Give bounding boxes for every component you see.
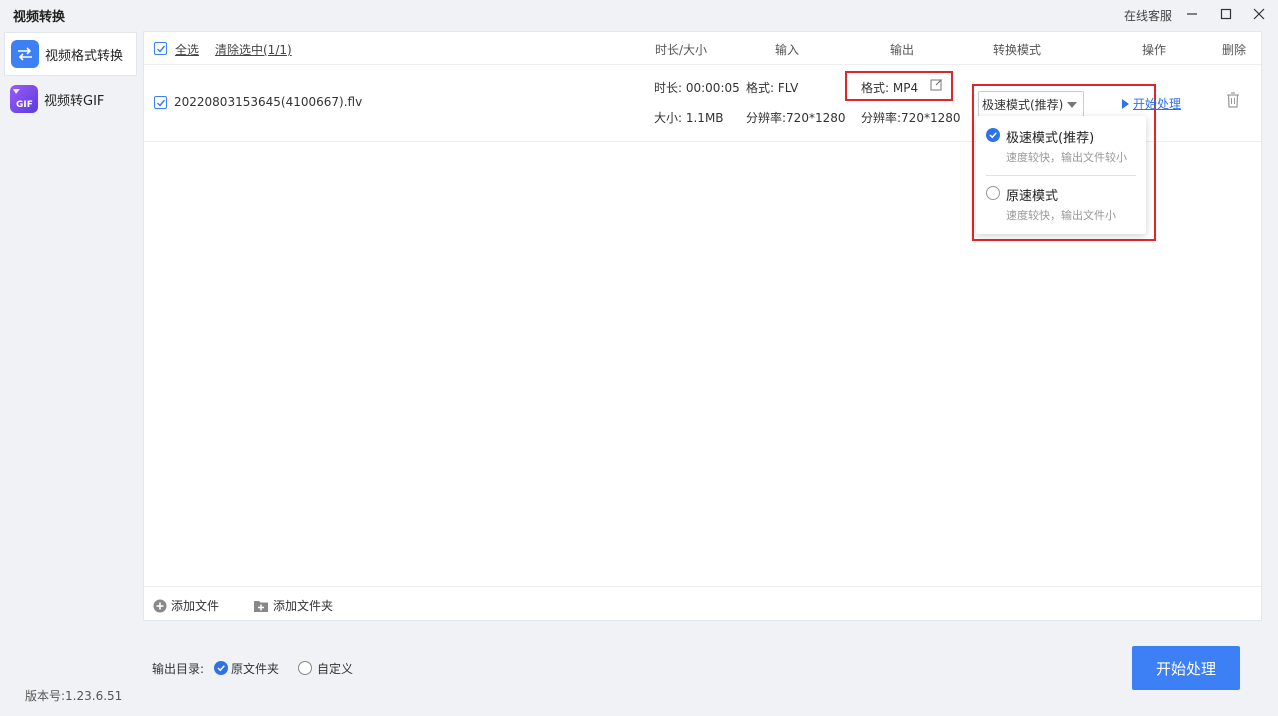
col-header-action: 操作 xyxy=(1142,43,1167,57)
sidebar-item-video-to-gif[interactable]: GIF 视频转GIF xyxy=(4,77,137,121)
add-folder-label: 添加文件夹 xyxy=(273,599,334,613)
file-duration: 时长: 00:00:05 xyxy=(654,81,740,95)
radio-unchecked-icon[interactable] xyxy=(986,186,1000,200)
mode-dropdown: 极速模式(推荐) 速度较快，输出文件较小 原速模式 速度较快，输出文件小 xyxy=(976,116,1146,234)
sidebar-item-video-format-convert[interactable]: 视频格式转换 xyxy=(4,32,137,76)
radio-custom[interactable] xyxy=(298,661,312,675)
col-header-delete: 删除 xyxy=(1222,43,1247,57)
radio-original-folder[interactable] xyxy=(214,661,228,675)
version-text: 版本号:1.23.6.51 xyxy=(25,689,123,703)
minimize-icon[interactable] xyxy=(1182,4,1202,24)
output-dir-label: 输出目录: xyxy=(152,662,205,676)
add-file-label: 添加文件 xyxy=(171,599,220,613)
add-folder-button[interactable]: 添加文件夹 xyxy=(253,597,333,614)
sidebar-item-label: 视频格式转换 xyxy=(45,48,124,64)
radio-custom-label: 自定义 xyxy=(317,662,354,676)
row-start-link[interactable]: 开始处理 xyxy=(1122,95,1181,112)
chevron-down-icon xyxy=(1067,102,1077,108)
radio-checked-icon[interactable] xyxy=(986,128,1000,142)
sidebar-item-label: 视频转GIF xyxy=(44,93,105,109)
app-title: 视频转换 xyxy=(13,10,66,25)
play-icon xyxy=(1122,98,1129,109)
dropdown-divider xyxy=(986,175,1136,176)
col-header-output: 输出 xyxy=(890,43,915,57)
start-process-button[interactable]: 开始处理 xyxy=(1132,646,1240,690)
close-icon[interactable] xyxy=(1249,4,1269,24)
select-all-link[interactable]: 全选 xyxy=(175,41,199,58)
row-start-label: 开始处理 xyxy=(1133,97,1182,111)
col-header-duration-size: 时长/大小 xyxy=(655,43,708,57)
plus-circle-icon xyxy=(153,599,167,612)
dropdown-option-title: 原速模式 xyxy=(1006,189,1059,204)
panel-footer: 添加文件 添加文件夹 xyxy=(144,586,1261,620)
input-resolution: 分辨率:720*1280 xyxy=(746,111,846,125)
maximize-icon[interactable] xyxy=(1216,4,1236,24)
dropdown-option-desc: 速度较快，输出文件较小 xyxy=(1006,151,1127,164)
list-header: 全选 清除选中(1/1) 时长/大小 输入 输出 转换模式 操作 删除 xyxy=(144,32,1261,65)
file-size: 大小: 1.1MB xyxy=(654,111,724,125)
file-checkbox[interactable] xyxy=(154,96,167,109)
edit-icon[interactable] xyxy=(930,78,943,94)
swap-arrows-icon xyxy=(11,40,39,68)
dropdown-option-desc: 速度较快，输出文件小 xyxy=(1006,209,1116,222)
trash-icon[interactable] xyxy=(1226,92,1240,111)
folder-plus-icon xyxy=(254,600,268,612)
svg-text:GIF: GIF xyxy=(16,100,33,110)
online-service-link[interactable]: 在线客服 xyxy=(1124,7,1172,24)
radio-original-folder-label: 原文件夹 xyxy=(231,662,280,676)
add-file-button[interactable]: 添加文件 xyxy=(153,597,219,614)
output-format: 格式: MP4 xyxy=(861,81,919,95)
col-header-mode: 转换模式 xyxy=(993,43,1042,57)
mode-select[interactable]: 极速模式(推荐) xyxy=(978,91,1084,117)
file-name: 20220803153645(4100667).flv xyxy=(174,95,363,109)
title-bar: 视频转换 在线客服 xyxy=(0,0,1278,30)
clear-selected-link[interactable]: 清除选中(1/1) xyxy=(215,41,292,58)
mode-select-value: 极速模式(推荐) xyxy=(982,97,1064,112)
select-all-checkbox[interactable] xyxy=(154,42,167,55)
output-resolution: 分辨率:720*1280 xyxy=(861,111,961,125)
col-header-input: 输入 xyxy=(775,43,800,57)
input-format: 格式: FLV xyxy=(746,81,799,95)
gif-icon: GIF xyxy=(10,85,38,113)
dropdown-option-title: 极速模式(推荐) xyxy=(1006,131,1095,146)
